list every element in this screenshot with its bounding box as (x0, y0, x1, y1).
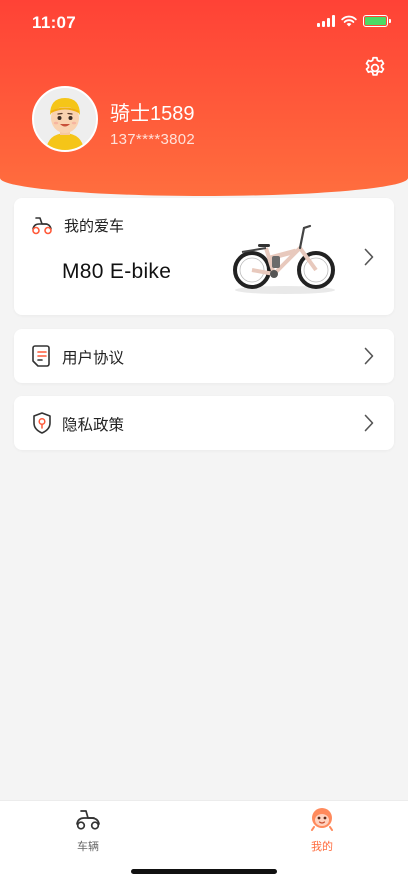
user-phone: 137****3802 (110, 131, 196, 148)
shield-icon (33, 412, 51, 434)
scooter-icon (32, 217, 52, 235)
menu-item-label: 隐私政策 (62, 417, 125, 434)
menu-item-privacy-policy[interactable]: 隐私政策 (14, 396, 394, 450)
avatar-cartoon-icon (34, 88, 96, 150)
tab-label: 车辆 (77, 841, 99, 853)
tab-mine[interactable]: 我的 (292, 807, 352, 854)
menu-item-label: 用户协议 (62, 350, 125, 367)
menu-item-user-agreement[interactable]: 用户协议 (14, 329, 394, 383)
bike-card-header: 我的爱车 (30, 214, 124, 236)
mascot-icon (311, 808, 333, 831)
avatar[interactable] (32, 86, 98, 152)
bike-card-title: 我的爱车 (64, 217, 125, 235)
chevron-right-icon (364, 414, 374, 432)
status-bar: 11:07 (0, 0, 408, 46)
status-time: 11:07 (32, 13, 77, 32)
user-name: 骑士1589 (110, 103, 195, 125)
tab-vehicle[interactable]: 车辆 (58, 807, 118, 854)
wifi-icon (341, 15, 357, 27)
settings-gear-icon[interactable] (362, 55, 388, 81)
signal-icon (317, 15, 335, 27)
document-icon (32, 345, 50, 367)
battery-icon (363, 15, 391, 27)
status-icons (317, 15, 391, 27)
chevron-right-icon (364, 347, 374, 365)
tab-label: 我的 (311, 841, 333, 853)
e-bike-image (233, 224, 335, 294)
chevron-right-icon (364, 248, 374, 266)
bike-model: M80 E-bike (62, 260, 172, 283)
home-indicator (131, 869, 277, 874)
my-bike-card[interactable]: 我的爱车 M80 E-bike (14, 198, 394, 315)
scooter-icon (76, 810, 100, 830)
